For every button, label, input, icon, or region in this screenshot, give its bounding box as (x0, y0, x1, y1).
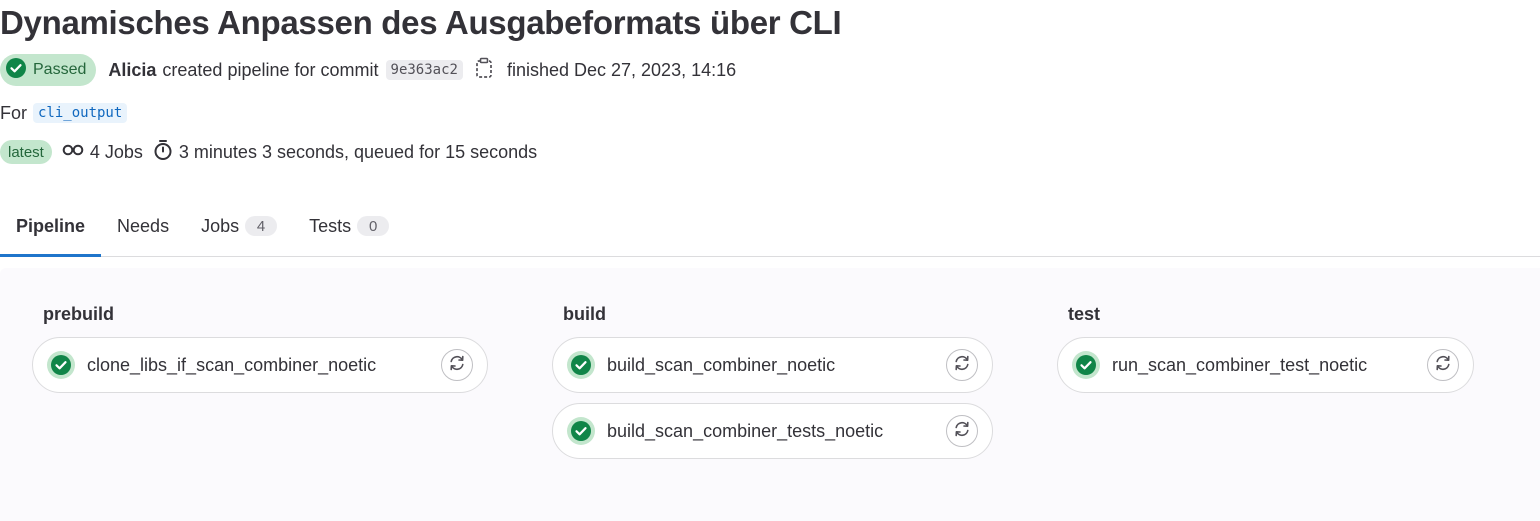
duration: 3 minutes 3 seconds, queued for 15 secon… (153, 139, 537, 166)
tab-count-badge: 4 (245, 216, 278, 236)
pipeline-meta: latest 4 Jobs 3 minutes 3 seconds, queue… (0, 138, 547, 166)
branch-info: For cli_output (0, 100, 128, 126)
commit-sha-link[interactable]: 9e363ac2 (385, 60, 463, 80)
finished-text: finished Dec 27, 2023, 14:16 (506, 59, 737, 80)
created-text: created pipeline for commit (162, 59, 379, 80)
stage-title-build: build (563, 304, 606, 324)
status-badge[interactable]: Passed (0, 54, 97, 86)
retry-icon (953, 420, 971, 443)
tab-jobs[interactable]: Jobs 4 (185, 196, 293, 256)
job-name: build_scan_combiner_noetic (607, 354, 836, 375)
author-link[interactable]: Alicia (108, 60, 156, 81)
jobs-count-text: 4 Jobs (89, 141, 143, 162)
job-clone-libs[interactable]: clone_libs_if_scan_combiner_noetic (32, 337, 488, 393)
tab-tests[interactable]: Tests 0 (293, 196, 405, 256)
job-name: clone_libs_if_scan_combiner_noetic (87, 354, 377, 375)
job-build-scan-combiner-tests[interactable]: build_scan_combiner_tests_noetic (552, 403, 993, 459)
timer-icon (153, 139, 179, 166)
status-success-icon (567, 351, 595, 379)
retry-button[interactable] (441, 349, 473, 381)
status-success-icon (47, 351, 75, 379)
job-name: build_scan_combiner_tests_noetic (607, 420, 884, 441)
retry-icon (448, 354, 466, 377)
duration-text: 3 minutes 3 seconds, queued for 15 secon… (178, 141, 538, 162)
for-label: For (0, 102, 27, 123)
retry-button[interactable] (946, 415, 978, 447)
retry-icon (953, 354, 971, 377)
clipboard-copy-icon (475, 57, 493, 84)
pipeline-header-info: Passed Alicia created pipeline for commi… (0, 54, 736, 86)
status-success-icon (1072, 351, 1100, 379)
retry-button[interactable] (946, 349, 978, 381)
tab-label: Tests (309, 215, 352, 236)
branch-link[interactable]: cli_output (33, 103, 128, 123)
job-run-scan-combiner-test[interactable]: run_scan_combiner_test_noetic (1057, 337, 1474, 393)
page-title: Dynamisches Anpassen des Ausgabeformats … (0, 4, 842, 41)
tab-label: Jobs (201, 215, 240, 236)
tab-label: Needs (117, 215, 170, 236)
retry-icon (1434, 354, 1452, 377)
pipeline-jobs-icon (62, 142, 90, 163)
pipeline-graph: prebuild clone_libs_if_scan_combiner_noe… (0, 268, 1540, 521)
tab-count-badge: 0 (357, 216, 390, 236)
jobs-count: 4 Jobs (62, 142, 143, 163)
status-success-icon (567, 417, 595, 445)
retry-button[interactable] (1427, 349, 1459, 381)
tab-label: Pipeline (16, 215, 86, 236)
status-label: Passed (33, 61, 87, 78)
latest-badge: latest (0, 140, 52, 164)
stage-title-test: test (1068, 304, 1101, 324)
pipeline-tabs: Pipeline Needs Jobs 4 Tests 0 (0, 196, 1540, 257)
status-success-icon (5, 57, 27, 84)
stage-title-prebuild: prebuild (43, 304, 114, 324)
tab-pipeline[interactable]: Pipeline (0, 196, 102, 257)
job-build-scan-combiner[interactable]: build_scan_combiner_noetic (552, 337, 993, 393)
job-name: run_scan_combiner_test_noetic (1112, 354, 1368, 375)
copy-commit-sha-button[interactable] (471, 57, 497, 83)
tab-needs[interactable]: Needs (101, 196, 185, 256)
